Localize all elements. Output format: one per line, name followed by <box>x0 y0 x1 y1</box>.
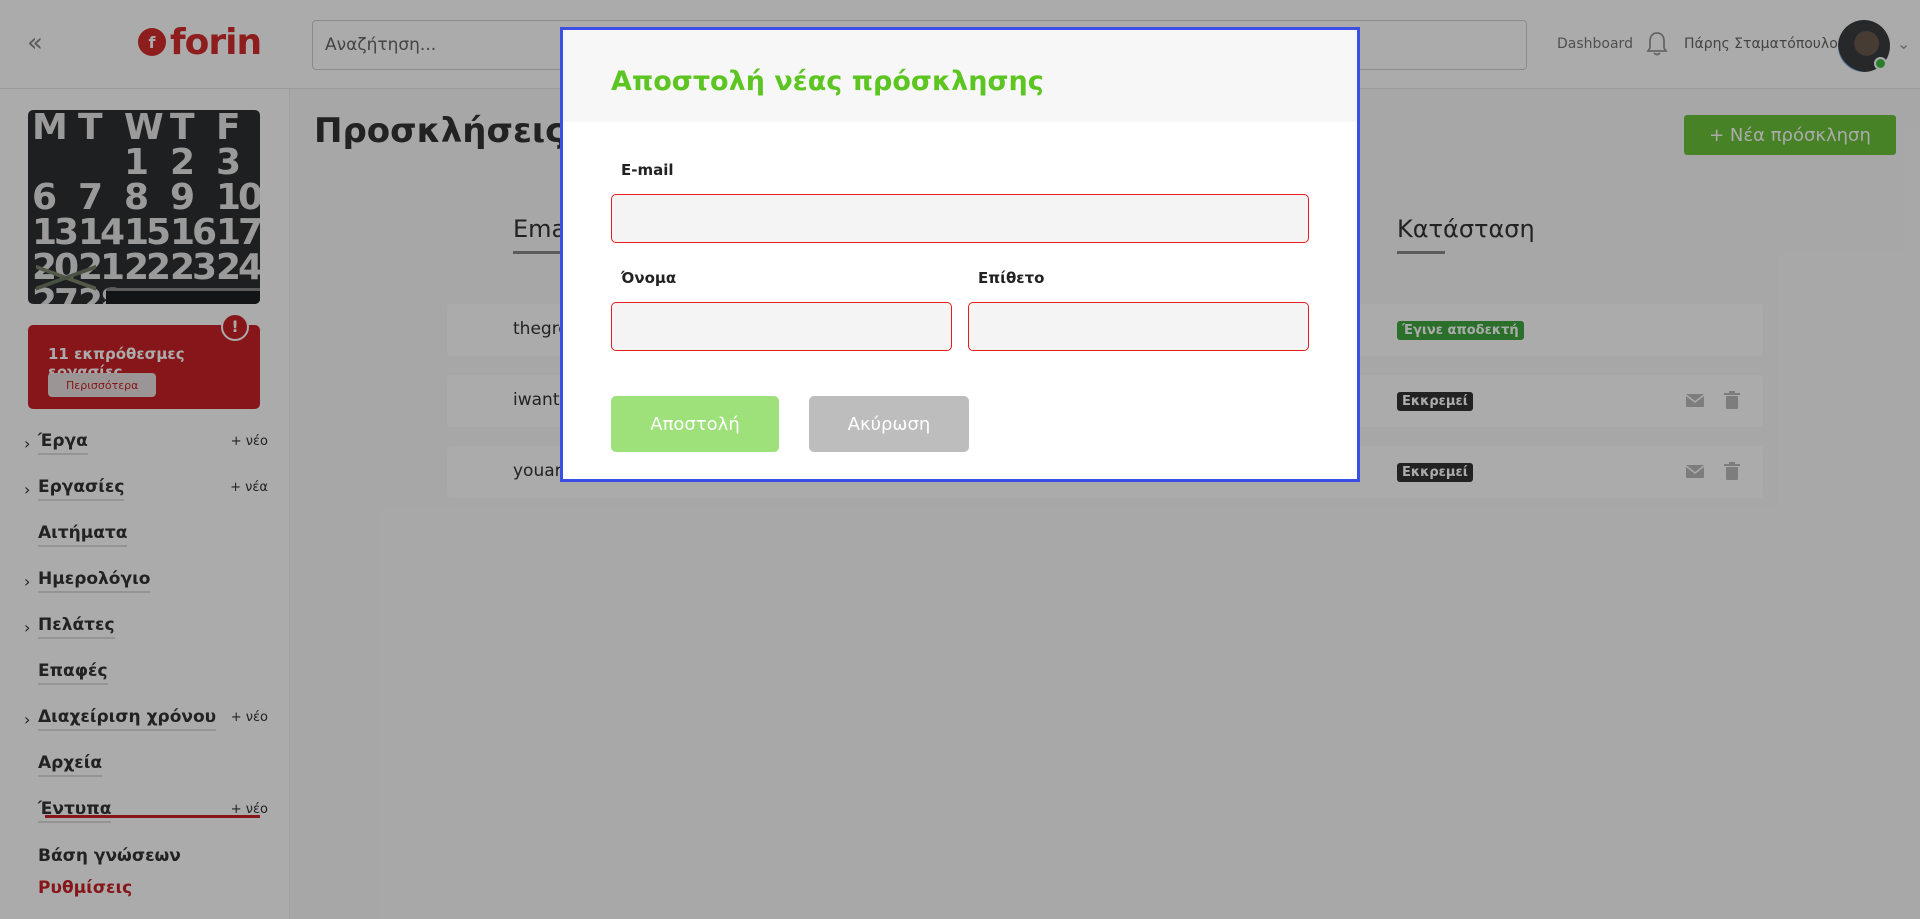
email-field[interactable] <box>611 194 1309 243</box>
modal-title: Αποστολή νέας πρόσκλησης <box>611 66 1044 97</box>
send-button[interactable]: Αποστολή <box>611 396 779 452</box>
first-name-field[interactable] <box>611 302 952 351</box>
new-invitation-modal: Αποστολή νέας πρόσκλησης E-mail Όνομα Επ… <box>560 27 1360 482</box>
last-name-label: Επίθετο <box>978 269 1045 287</box>
last-name-field[interactable] <box>968 302 1309 351</box>
email-label: E-mail <box>621 161 674 179</box>
cancel-button[interactable]: Ακύρωση <box>809 396 969 452</box>
modal-header: Αποστολή νέας πρόσκλησης <box>563 30 1357 122</box>
first-name-label: Όνομα <box>621 269 677 287</box>
